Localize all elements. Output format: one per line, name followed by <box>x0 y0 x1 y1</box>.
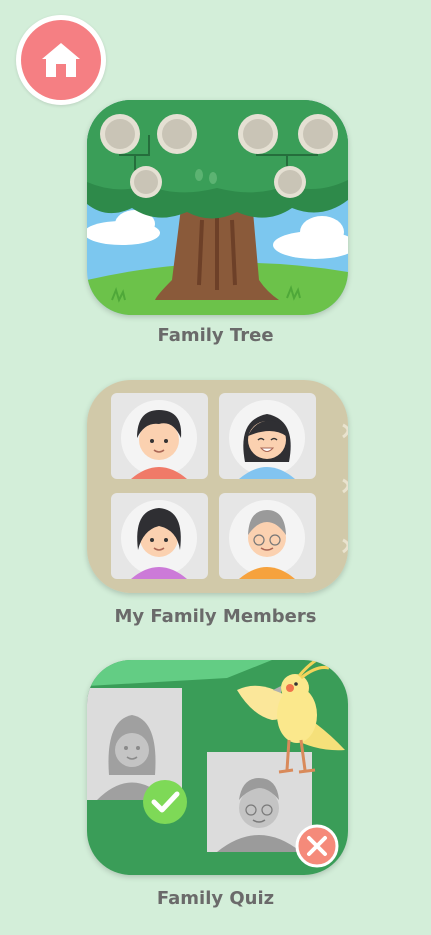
family-quiz-label[interactable]: Family Quiz <box>0 888 431 909</box>
family-tree-illustration <box>87 100 348 315</box>
home-button[interactable] <box>16 15 106 105</box>
family-members-label[interactable]: My Family Members <box>0 606 431 627</box>
home-button-circle <box>21 20 101 100</box>
correct-check-icon <box>143 780 187 824</box>
family-quiz-illustration <box>87 660 348 875</box>
family-tree-card[interactable] <box>87 100 348 315</box>
family-quiz-card[interactable] <box>87 660 348 875</box>
home-icon <box>42 43 80 77</box>
family-members-card[interactable] <box>87 380 348 593</box>
family-tree-label[interactable]: Family Tree <box>0 325 431 346</box>
family-members-illustration <box>87 380 348 593</box>
